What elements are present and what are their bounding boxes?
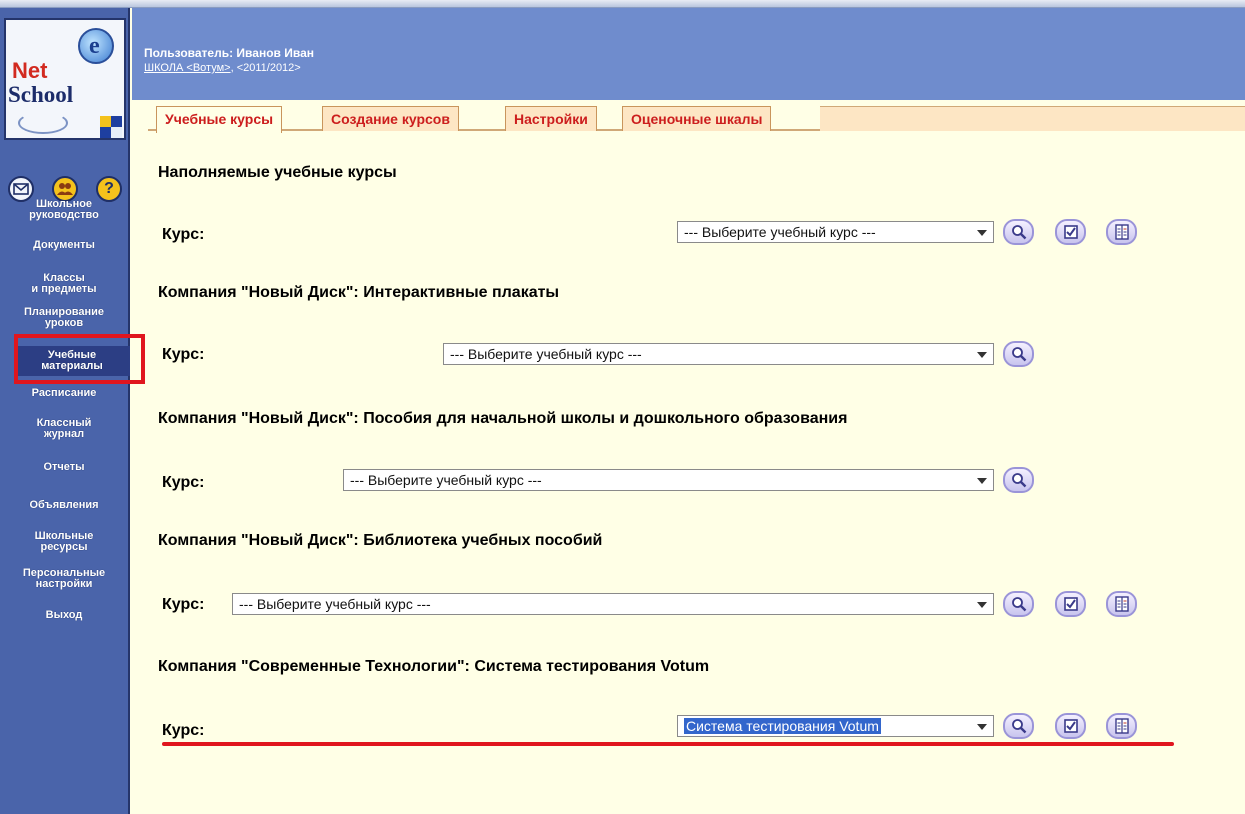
course-label: Курс: bbox=[162, 226, 205, 243]
sidebar-item-schedule[interactable]: Расписание bbox=[0, 388, 128, 399]
school-year: , <2011/2012> bbox=[230, 62, 301, 74]
checkbox-button[interactable] bbox=[1055, 713, 1086, 739]
search-button[interactable] bbox=[1003, 713, 1034, 739]
journal-icon bbox=[1114, 596, 1129, 612]
journal-button[interactable] bbox=[1106, 219, 1137, 245]
chevron-down-icon bbox=[977, 352, 987, 358]
search-button[interactable] bbox=[1003, 219, 1034, 245]
course-select-value: --- Выберите учебный курс --- bbox=[350, 472, 542, 488]
course-select[interactable]: --- Выберите учебный курс --- bbox=[443, 343, 994, 365]
journal-button[interactable] bbox=[1106, 591, 1137, 617]
chevron-down-icon bbox=[977, 478, 987, 484]
search-button[interactable] bbox=[1003, 341, 1034, 367]
tab-bar-filler bbox=[820, 106, 1245, 131]
sidebar-item-personal-settings[interactable]: Персональные настройки bbox=[0, 568, 128, 590]
help-glyph: ? bbox=[104, 180, 114, 197]
journal-button[interactable] bbox=[1106, 713, 1137, 739]
swirl-icon bbox=[18, 112, 68, 134]
section-heading: Компания "Новый Диск": Библиотека учебны… bbox=[158, 532, 603, 549]
netschool-window: e Net School ? Школьное руководство Доку… bbox=[0, 0, 1245, 814]
course-label: Курс: bbox=[162, 346, 205, 363]
sidebar-item-class-journal[interactable]: Классный журнал bbox=[0, 418, 128, 440]
checkbox-button[interactable] bbox=[1055, 591, 1086, 617]
chevron-down-icon bbox=[977, 602, 987, 608]
e-letter-icon: e bbox=[89, 33, 100, 59]
header: Пользователь: Иванов Иван ШКОЛА <Вотум>,… bbox=[132, 8, 1245, 100]
chevron-down-icon bbox=[977, 230, 987, 236]
chevron-down-icon bbox=[977, 724, 987, 730]
sidebar-item-school-management[interactable]: Школьное руководство bbox=[0, 199, 128, 221]
highlight-underline bbox=[162, 742, 1174, 746]
course-select[interactable]: --- Выберите учебный курс --- bbox=[677, 221, 994, 243]
section-heading: Компания "Новый Диск": Пособия для начал… bbox=[158, 410, 848, 427]
sidebar-item-documents[interactable]: Документы bbox=[0, 240, 128, 251]
magnifier-icon bbox=[1011, 225, 1026, 240]
search-button[interactable] bbox=[1003, 467, 1034, 493]
tab-courses[interactable]: Учебные курсы bbox=[156, 106, 283, 133]
course-select-value: --- Выберите учебный курс --- bbox=[450, 346, 642, 362]
section-heading: Наполняемые учебные курсы bbox=[158, 164, 397, 181]
highlight-box bbox=[14, 334, 145, 384]
sidebar: e Net School ? Школьное руководство Доку… bbox=[0, 8, 130, 814]
magnifier-icon bbox=[1011, 347, 1026, 362]
logo-square bbox=[111, 116, 122, 127]
checkbox-icon bbox=[1063, 597, 1078, 611]
course-select[interactable]: Система тестирования Votum bbox=[677, 715, 994, 737]
journal-icon bbox=[1114, 718, 1129, 734]
tab-grading-scales[interactable]: Оценочные шкалы bbox=[622, 106, 772, 131]
magnifier-icon bbox=[1011, 597, 1026, 612]
journal-icon bbox=[1114, 224, 1129, 240]
course-select-value: --- Выберите учебный курс --- bbox=[684, 224, 876, 240]
sidebar-item-classes-subjects[interactable]: Классы и предметы bbox=[0, 273, 128, 295]
checkbox-icon bbox=[1063, 719, 1078, 733]
checkbox-button[interactable] bbox=[1055, 219, 1086, 245]
magnifier-icon bbox=[1011, 719, 1026, 734]
logo-square bbox=[100, 127, 111, 138]
logo-square bbox=[100, 116, 111, 127]
course-select[interactable]: --- Выберите учебный курс --- bbox=[343, 469, 994, 491]
sidebar-item-reports[interactable]: Отчеты bbox=[0, 462, 128, 473]
course-select[interactable]: --- Выберите учебный курс --- bbox=[232, 593, 994, 615]
school-link[interactable]: ШКОЛА <Вотум> bbox=[144, 62, 231, 74]
section-heading: Компания "Современные Технологии": Систе… bbox=[158, 658, 710, 675]
tab-bar: Учебные курсы Создание курсов Настройки … bbox=[148, 106, 1245, 133]
sidebar-item-announcements[interactable]: Объявления bbox=[0, 500, 128, 511]
section-heading: Компания "Новый Диск": Интерактивные пла… bbox=[158, 284, 560, 301]
logo-net-text: Net bbox=[12, 58, 48, 83]
window-top-strip bbox=[0, 0, 1245, 8]
search-button[interactable] bbox=[1003, 591, 1034, 617]
logo-square bbox=[111, 127, 122, 138]
course-select-value: --- Выберите учебный курс --- bbox=[239, 596, 431, 612]
magnifier-icon bbox=[1011, 473, 1026, 488]
netschool-logo[interactable]: e Net School bbox=[4, 18, 126, 140]
user-name: Пользователь: Иванов Иван bbox=[144, 46, 314, 60]
course-label: Курс: bbox=[162, 474, 205, 491]
sidebar-item-lesson-planning[interactable]: Планирование уроков bbox=[0, 307, 128, 329]
course-label: Курс: bbox=[162, 596, 205, 613]
sidebar-item-logout[interactable]: Выход bbox=[0, 610, 128, 621]
tab-settings[interactable]: Настройки bbox=[505, 106, 597, 131]
sidebar-item-school-resources[interactable]: Школьные ресурсы bbox=[0, 531, 128, 553]
course-select-value: Система тестирования Votum bbox=[684, 718, 881, 734]
school-info: ШКОЛА <Вотум>, <2011/2012> bbox=[144, 62, 301, 74]
tab-create-courses[interactable]: Создание курсов bbox=[322, 106, 459, 131]
checkbox-icon bbox=[1063, 225, 1078, 239]
course-label: Курс: bbox=[162, 722, 205, 739]
logo-school-text: School bbox=[8, 82, 74, 107]
